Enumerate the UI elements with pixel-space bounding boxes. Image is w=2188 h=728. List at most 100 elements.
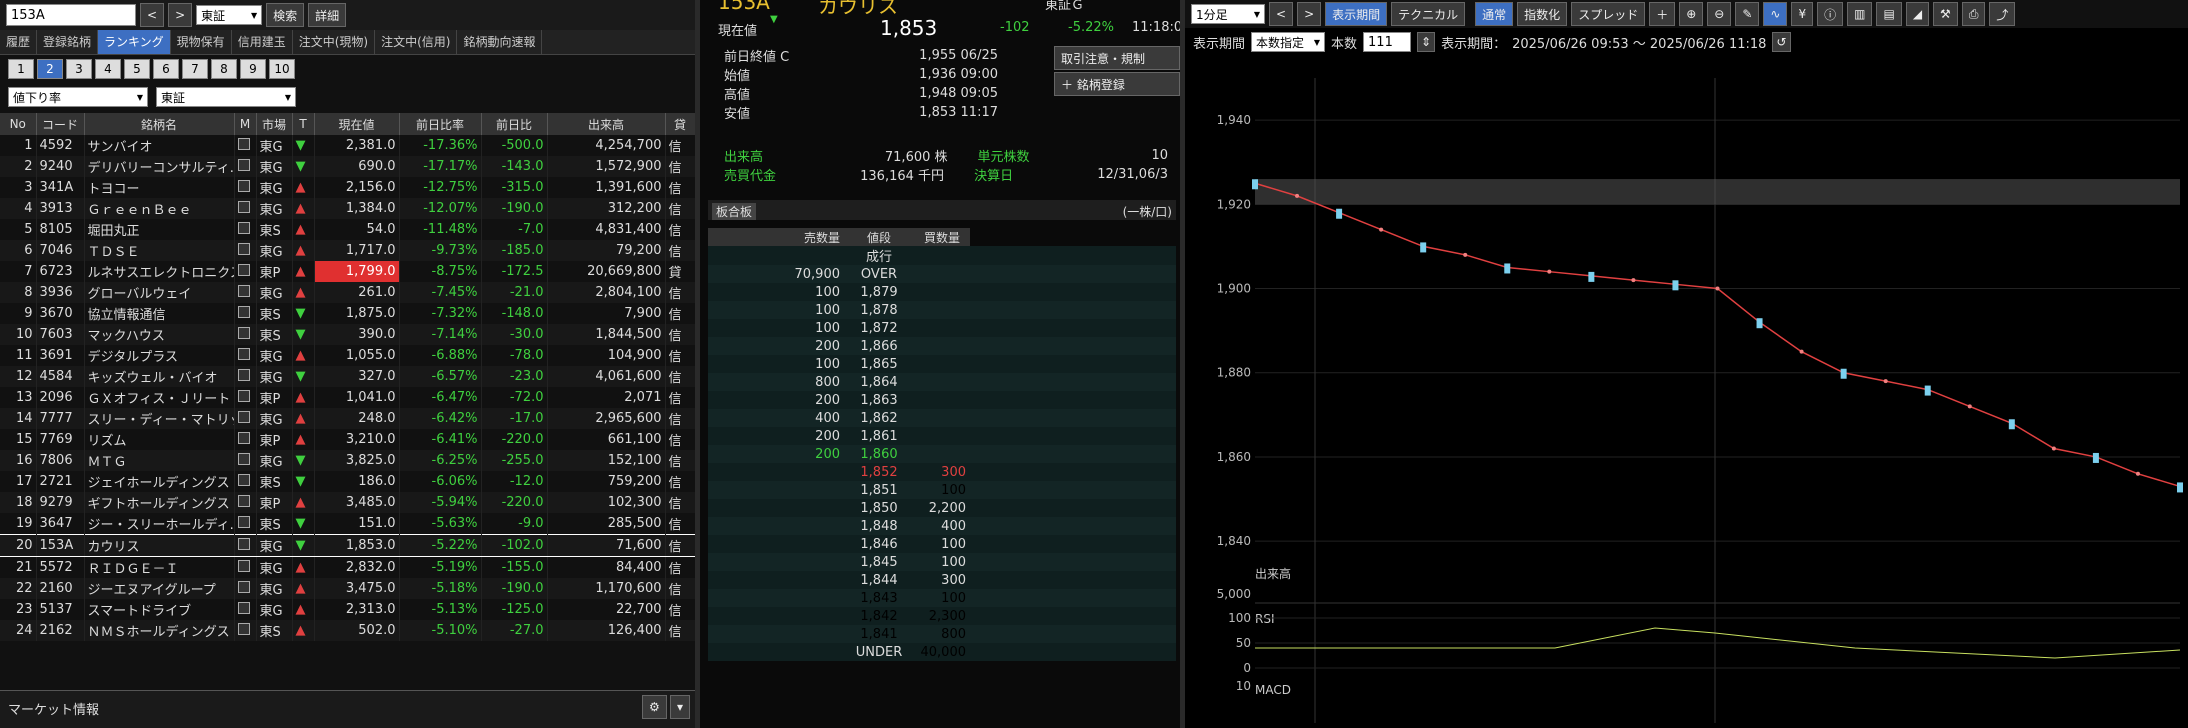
col-header-6[interactable]: 現在値: [314, 113, 400, 135]
reset-icon[interactable]: ↺: [1772, 32, 1791, 52]
interval-select[interactable]: 1分足: [1191, 4, 1265, 24]
memo-icon[interactable]: [237, 389, 250, 402]
table-row[interactable]: 12 4584 キッズウェル・バイオ 東G ▼ 327.0 -6.57% -23.0 4,061…: [0, 366, 695, 387]
tab-0[interactable]: 履歴: [0, 30, 38, 54]
board-tab[interactable]: 板合板: [712, 203, 757, 220]
technical-button[interactable]: テクニカル: [1391, 2, 1466, 26]
board-row[interactable]: 1,842 2,300: [708, 607, 1176, 625]
board-row[interactable]: 1,850 2,200: [708, 499, 1176, 517]
tab-4[interactable]: 信用建玉: [232, 30, 293, 54]
table-row[interactable]: 11 3691 デジタルプラス 東G ▲ 1,055.0 -6.88% -78.0 104,90…: [0, 345, 695, 366]
tab-7[interactable]: 銘柄動向速報: [457, 30, 543, 54]
gear-icon[interactable]: ⚙: [642, 695, 667, 719]
memo-icon[interactable]: [237, 158, 250, 171]
memo-icon[interactable]: [237, 242, 250, 255]
col-header-8[interactable]: 前日比: [481, 113, 548, 135]
board-row[interactable]: 100 1,878: [708, 301, 1176, 319]
board-row[interactable]: 200 1,863: [708, 391, 1176, 409]
board-row[interactable]: 200 1,866: [708, 337, 1176, 355]
ranking-market-select[interactable]: 東証: [156, 87, 296, 107]
board-row[interactable]: 800 1,864: [708, 373, 1176, 391]
candle-icon[interactable]: ▤: [1876, 2, 1902, 26]
memo-icon[interactable]: [237, 494, 250, 507]
chart-next-button[interactable]: >: [1297, 2, 1322, 26]
memo-icon[interactable]: [237, 537, 250, 550]
table-row[interactable]: 13 2096 ＧＸオフィス・Ｊリート 東P ▲ 1,041.0 -6.47% -72.0 2,…: [0, 387, 695, 408]
price-chart[interactable]: 1,940 1,920 1,900 1,880 1,860 1,840 出来高 5,000 RS…: [1185, 58, 2188, 728]
detail-button[interactable]: 詳細: [308, 3, 347, 27]
table-row[interactable]: 1 4592 サンバイオ 東G ▼ 2,381.0 -17.36% -500.0 4,254,7…: [0, 135, 695, 156]
print-icon[interactable]: ⎙: [1961, 2, 1986, 26]
board-row[interactable]: 1,848 400: [708, 517, 1176, 535]
tool-icon[interactable]: ⚒: [1933, 2, 1958, 26]
page-6[interactable]: 6: [153, 59, 179, 79]
period-mode-select[interactable]: 本数指定: [1251, 32, 1326, 52]
table-row[interactable]: 10 7603 マックハウス 東S ▼ 390.0 -7.14% -30.0 1,844,500…: [0, 324, 695, 345]
code-input[interactable]: 153A: [6, 4, 136, 26]
memo-icon[interactable]: [237, 622, 250, 635]
table-row[interactable]: 19 3647 ジー・スリーホールディ... 東S ▼ 151.0 -5.63% -9.0 28…: [0, 513, 695, 535]
tab-1[interactable]: 登録銘柄: [37, 30, 99, 54]
col-header-5[interactable]: T: [292, 113, 315, 135]
tab-3[interactable]: 現物保有: [171, 30, 232, 54]
info-icon[interactable]: ⓘ: [1817, 2, 1844, 26]
board-row[interactable]: 1,851 100: [708, 481, 1176, 499]
crosshair-icon[interactable]: ＋: [1649, 2, 1676, 26]
board-row[interactable]: 100 1,879: [708, 283, 1176, 301]
memo-icon[interactable]: [237, 179, 250, 192]
table-row[interactable]: 7 6723 ルネサスエレクトロニクス 東P ▲ 1,799.0 -8.75% -172.5 2…: [0, 261, 695, 282]
memo-icon[interactable]: [237, 473, 250, 486]
col-header-7[interactable]: 前日比率: [399, 113, 482, 135]
table-row[interactable]: 17 2721 ジェイホールディングス 東S ▼ 186.0 -6.06% -12.0 759,…: [0, 471, 695, 492]
memo-icon[interactable]: [237, 200, 250, 213]
table-row[interactable]: 20 153A カウリス 東G ▼ 1,853.0 -5.22% -102.0 71,600 信: [0, 534, 695, 557]
memo-icon[interactable]: [237, 284, 250, 297]
page-7[interactable]: 7: [182, 59, 208, 79]
next-button[interactable]: >: [168, 3, 193, 27]
memo-icon[interactable]: [237, 452, 250, 465]
memo-icon[interactable]: [237, 515, 250, 528]
page-5[interactable]: 5: [124, 59, 150, 79]
table-row[interactable]: 6 7046 ＴＤＳＥ 東G ▲ 1,717.0 -9.73% -185.0 79,200 信: [0, 240, 695, 261]
board-row[interactable]: 100 1,872: [708, 319, 1176, 337]
search-button[interactable]: 検索: [266, 3, 305, 27]
tab-5[interactable]: 注文中(現物): [293, 30, 376, 54]
page-1[interactable]: 1: [8, 59, 34, 79]
yen-icon[interactable]: ¥: [1791, 2, 1814, 26]
board-row[interactable]: 1,845 100: [708, 553, 1176, 571]
board-row[interactable]: 1,846 100: [708, 535, 1176, 553]
tab-6[interactable]: 注文中(信用): [375, 30, 458, 54]
table-row[interactable]: 22 2160 ジーエヌアイグループ 東G ▲ 3,475.0 -5.18% -190.0 1,…: [0, 578, 695, 599]
index-button[interactable]: 指数化: [1517, 2, 1568, 26]
count-stepper[interactable]: ⇕: [1417, 32, 1436, 52]
table-row[interactable]: 3 341A トヨコー 東G ▲ 2,156.0 -12.75% -315.0 1,391,60…: [0, 177, 695, 198]
table-row[interactable]: 5 8105 堀田丸正 東S ▲ 54.0 -11.48% -7.0 4,831,400 信: [0, 219, 695, 240]
table-row[interactable]: 147777スリー・ディー・マトリッ... 東G▲248.0-6.42%-17.0…: [0, 408, 695, 429]
memo-icon[interactable]: [237, 601, 250, 614]
export-icon[interactable]: ⤴: [1989, 2, 2016, 26]
ranking-type-select[interactable]: 値下り率: [8, 87, 148, 107]
board-row[interactable]: 70,900 OVER: [708, 265, 1176, 283]
table-row[interactable]: 21 5572 ＲＩＤＧＥ－Ｉ 東G ▲ 2,832.0 -5.19% -155.0 84,40…: [0, 556, 695, 578]
market-select[interactable]: 東証: [196, 5, 263, 25]
board-row[interactable]: 1,843 100: [708, 589, 1176, 607]
page-3[interactable]: 3: [66, 59, 92, 79]
line-chart-icon[interactable]: ∿: [1763, 2, 1788, 26]
memo-icon[interactable]: [237, 263, 250, 276]
col-header-0[interactable]: No: [0, 113, 37, 135]
page-9[interactable]: 9: [240, 59, 266, 79]
col-header-3[interactable]: M: [234, 113, 257, 135]
board-row[interactable]: 1,841 800: [708, 625, 1176, 643]
memo-icon[interactable]: [237, 431, 250, 444]
table-row[interactable]: 24 2162 ＮＭＳホールディングス 東S ▲ 502.0 -5.10% -27.0 126,…: [0, 620, 695, 641]
memo-icon[interactable]: [237, 580, 250, 593]
col-header-9[interactable]: 出来高: [547, 113, 666, 135]
page-8[interactable]: 8: [211, 59, 237, 79]
register-button[interactable]: ＋ 銘柄登録: [1054, 72, 1180, 96]
board-row[interactable]: 1,852 300: [708, 463, 1176, 481]
board-row[interactable]: 200 1,861: [708, 427, 1176, 445]
board-row[interactable]: 成行: [708, 246, 1176, 265]
table-row[interactable]: 4 3913 ＧｒｅｅｎＢｅｅ 東G ▲ 1,384.0 -12.07% -190.0 312,…: [0, 198, 695, 219]
pen-icon[interactable]: ✎: [1735, 2, 1760, 26]
tab-2[interactable]: ランキング: [98, 30, 171, 54]
